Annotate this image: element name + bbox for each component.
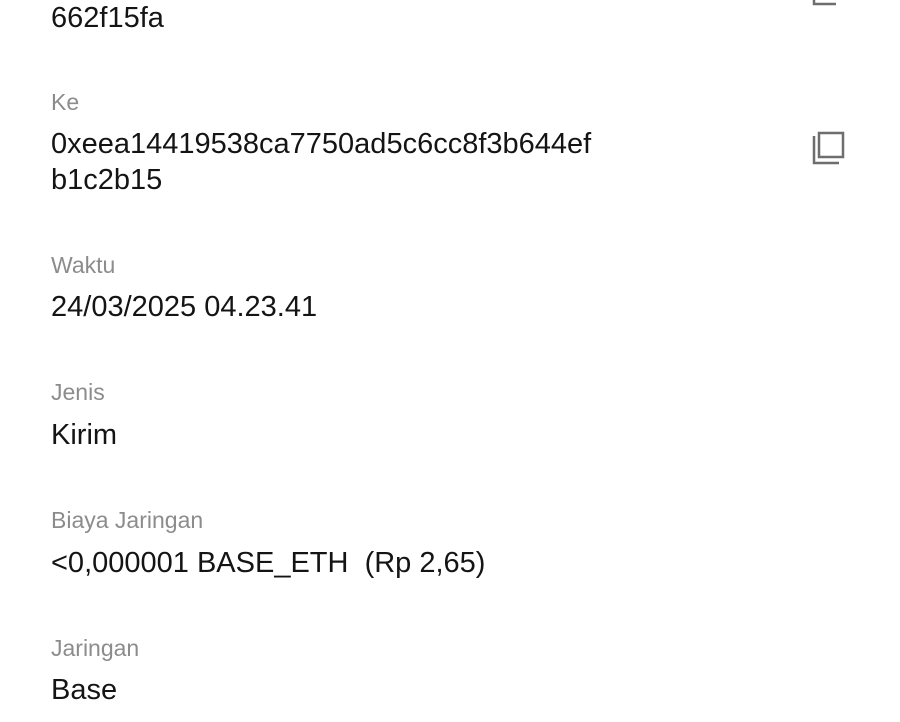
type-label: Jenis xyxy=(51,379,105,405)
network-label: Jaringan xyxy=(51,635,140,661)
copy-to-address-button[interactable] xyxy=(810,130,846,166)
to-label: Ke xyxy=(51,89,80,115)
copy-icon xyxy=(812,131,845,165)
transaction-details: 662f15fa Ke 0xeea14419538ca7750ad5c6cc8f… xyxy=(0,0,900,722)
copy-from-address-button[interactable] xyxy=(810,0,846,10)
type-value: Kirim xyxy=(51,419,118,451)
network-fee-label: Biaya Jaringan xyxy=(51,507,204,533)
copy-icon xyxy=(812,0,836,6)
time-value: 24/03/2025 04.23.41 xyxy=(51,291,318,323)
to-address-line-1: 0xeea14419538ca7750ad5c6cc8f3b644ef xyxy=(51,128,592,160)
from-address-tail: 662f15fa xyxy=(51,2,164,34)
time-label: Waktu xyxy=(51,252,116,278)
to-address-line-2: b1c2b15 xyxy=(51,164,163,196)
network-value: Base xyxy=(51,674,118,706)
network-fee-value: <0,000001 BASE_ETH (Rp 2,65) xyxy=(51,547,486,579)
